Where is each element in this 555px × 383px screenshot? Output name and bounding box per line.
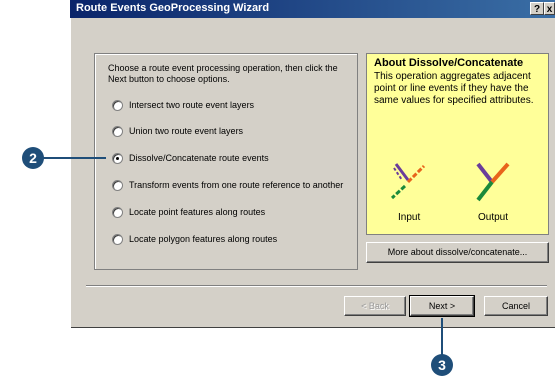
back-button[interactable]: < Back: [344, 296, 406, 316]
option-label: Union two route event layers: [129, 126, 244, 136]
callout-3: 3: [431, 354, 453, 376]
dissolve-illustration: [390, 162, 510, 202]
output-caption: Output: [478, 212, 509, 223]
callout-2: 2: [22, 147, 44, 169]
radio-button[interactable]: [112, 125, 123, 137]
option-locate-point[interactable]: Locate point features along routes: [112, 205, 265, 219]
option-transform[interactable]: Transform events from one route referenc…: [112, 178, 343, 192]
input-caption: Input: [398, 212, 421, 223]
option-label: Locate point features along routes: [129, 207, 266, 217]
option-intersect[interactable]: Intersect two route event layers: [112, 98, 254, 112]
callout-2-leader: [36, 157, 106, 159]
info-description: This operation aggregates adjacent point…: [374, 71, 534, 106]
option-union[interactable]: Union two route event layers: [112, 124, 243, 138]
option-dissolve[interactable]: Dissolve/Concatenate route events: [112, 151, 269, 165]
close-button[interactable]: x: [544, 2, 555, 15]
input-diagram-icon: [390, 163, 426, 200]
radio-button-selected[interactable]: [112, 152, 123, 164]
option-label: Dissolve/Concatenate route events: [129, 153, 269, 163]
option-locate-polygon[interactable]: Locate polygon features along routes: [112, 232, 277, 246]
radio-button[interactable]: [112, 179, 123, 191]
option-label: Locate polygon features along routes: [129, 234, 278, 244]
radio-button[interactable]: [112, 99, 123, 111]
option-label: Intersect two route event layers: [129, 100, 255, 110]
cancel-button[interactable]: Cancel: [484, 296, 548, 316]
window-title: Route Events GeoProcessing Wizard: [76, 2, 270, 14]
option-label: Transform events from one route referenc…: [129, 180, 344, 190]
separator: [86, 285, 547, 287]
info-title: About Dissolve/Concatenate: [374, 57, 524, 69]
callout-3-leader: [441, 318, 443, 356]
radio-button[interactable]: [112, 233, 123, 245]
more-about-button[interactable]: More about dissolve/concatenate...: [366, 242, 549, 263]
next-button[interactable]: Next >: [409, 295, 475, 317]
radio-button[interactable]: [112, 206, 123, 218]
output-diagram-icon: [476, 162, 510, 202]
instructions-text: Choose a route event processing operatio…: [108, 63, 338, 84]
help-button[interactable]: ?: [530, 2, 544, 15]
